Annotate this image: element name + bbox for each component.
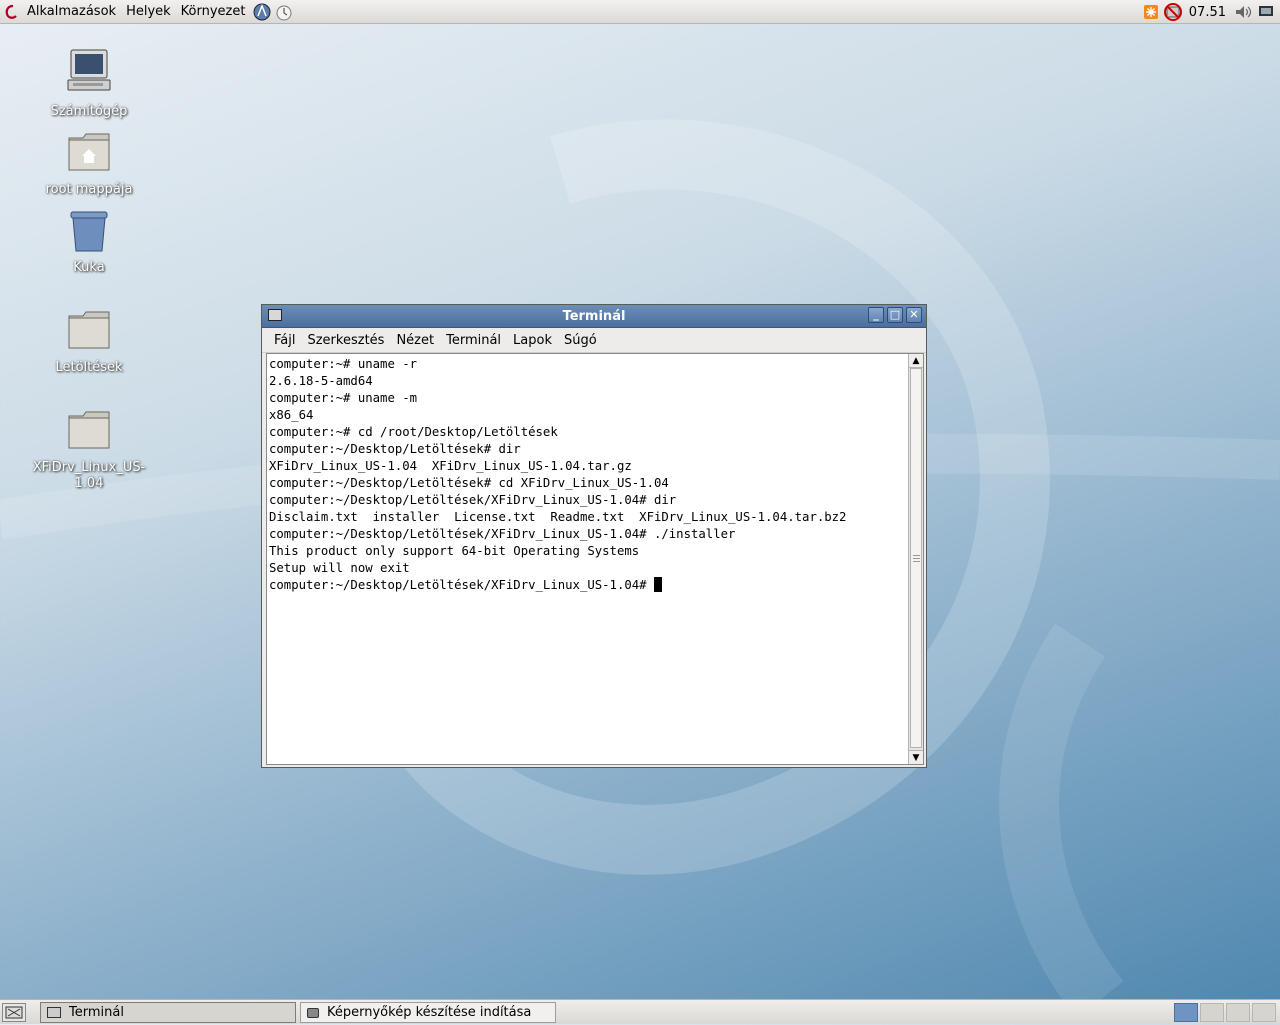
window-title: Terminál xyxy=(562,308,626,324)
vertical-scrollbar[interactable]: ▲ ▼ xyxy=(908,354,923,764)
desktop-icon-xfidrv-folder[interactable]: XFiDrv_Linux_US-1.04 xyxy=(24,408,154,492)
terminal-line: computer:~/Desktop/Letöltések# dir xyxy=(269,442,521,456)
workspace-2[interactable] xyxy=(1200,1003,1224,1022)
show-desktop-icon xyxy=(5,1006,23,1019)
menu-terminal[interactable]: Terminál xyxy=(440,333,507,348)
desktop-icon-label: Letöltések xyxy=(55,360,123,375)
top-panel: Alkalmazások Helyek Környezet 07.51 xyxy=(0,0,1280,24)
bottom-panel: Terminál Képernyőkép készítése indítása xyxy=(0,999,1280,1024)
terminal-line: computer:~# cd /root/Desktop/Letöltések xyxy=(269,425,558,439)
terminal-line: x86_64 xyxy=(269,408,314,422)
terminal-line: computer:~/Desktop/Letöltések/XFiDrv_Lin… xyxy=(269,527,736,541)
menu-tabs[interactable]: Lapok xyxy=(507,333,558,348)
menu-edit[interactable]: Szerkesztés xyxy=(301,333,390,348)
computer-icon xyxy=(67,49,111,91)
terminal-window: Terminál _ □ ✕ Fájl Szerkesztés Nézet Te… xyxy=(261,304,927,768)
terminal-prompt-line: computer:~/Desktop/Letöltések/XFiDrv_Lin… xyxy=(269,577,905,594)
desktop-icon-home[interactable]: root mappája xyxy=(24,128,154,198)
terminal-line: computer:~# uname -m xyxy=(269,391,418,405)
terminal-prompt: computer:~/Desktop/Letöltések/XFiDrv_Lin… xyxy=(269,578,654,592)
desktop-icon-label: Számítógép xyxy=(50,104,128,119)
volume-icon[interactable] xyxy=(1234,2,1254,22)
clock[interactable]: 07.51 xyxy=(1183,5,1232,20)
menu-applications[interactable]: Alkalmazások xyxy=(22,4,121,19)
scrollbar-thumb[interactable] xyxy=(910,368,922,748)
menu-help[interactable]: Súgó xyxy=(558,333,603,348)
window-titlebar[interactable]: Terminál _ □ ✕ xyxy=(262,305,926,328)
terminal-output[interactable]: computer:~# uname -r 2.6.18-5-amd64 comp… xyxy=(266,353,924,765)
text-cursor xyxy=(653,577,662,592)
terminal-line: Disclaim.txt installer License.txt Readm… xyxy=(269,510,847,524)
taskbar-item-terminal[interactable]: Terminál xyxy=(40,1002,296,1023)
mail-launcher-icon[interactable] xyxy=(274,2,294,22)
taskbar-item-label: Képernyőkép készítése indítása xyxy=(327,1005,532,1020)
scroll-down-arrow-icon[interactable]: ▼ xyxy=(909,750,923,764)
terminal-line: computer:~/Desktop/Letöltések/XFiDrv_Lin… xyxy=(269,493,677,507)
window-menubar: Fájl Szerkesztés Nézet Terminál Lapok Sú… xyxy=(262,328,926,353)
screen-icon[interactable] xyxy=(1256,2,1276,22)
desktop-icon-downloads[interactable]: Letöltések xyxy=(24,308,154,376)
workspace-1[interactable] xyxy=(1174,1003,1198,1022)
network-disabled-icon[interactable] xyxy=(1163,2,1183,22)
workspace-3[interactable] xyxy=(1226,1003,1250,1022)
taskbar-item-label: Terminál xyxy=(69,1005,124,1020)
minimize-button[interactable]: _ xyxy=(868,307,884,323)
menu-file[interactable]: Fájl xyxy=(268,333,301,348)
debian-logo-icon[interactable] xyxy=(2,2,22,22)
camera-icon xyxy=(307,1007,319,1018)
desktop-icon-label: XFiDrv_Linux_US-1.04 xyxy=(32,460,146,491)
window-menu-icon[interactable] xyxy=(268,309,282,321)
home-folder-icon xyxy=(68,133,110,171)
desktop-icon-computer[interactable]: Számítógép xyxy=(24,46,154,120)
menu-view[interactable]: Nézet xyxy=(390,333,440,348)
folder-icon xyxy=(68,411,110,449)
terminal-line: 2.6.18-5-amd64 xyxy=(269,374,373,388)
terminal-line: Setup will now exit xyxy=(269,561,410,575)
close-button[interactable]: ✕ xyxy=(906,307,922,323)
terminal-line: This product only support 64-bit Operati… xyxy=(269,544,640,558)
menu-system[interactable]: Környezet xyxy=(176,4,251,19)
terminal-line: computer:~# uname -r xyxy=(269,357,418,371)
terminal-line: XFiDrv_Linux_US-1.04 XFiDrv_Linux_US-1.0… xyxy=(269,459,632,473)
maximize-button[interactable]: □ xyxy=(887,307,903,323)
desktop-icon-trash[interactable]: Kuka xyxy=(24,208,154,276)
desktop-icon-label: root mappája xyxy=(45,182,133,197)
scroll-up-arrow-icon[interactable]: ▲ xyxy=(909,354,923,368)
desktop-icon-label: Kuka xyxy=(73,260,105,275)
terminal-icon xyxy=(47,1007,61,1018)
update-notifier-icon[interactable] xyxy=(1141,2,1161,22)
terminal-line: computer:~/Desktop/Letöltések# cd XFiDrv… xyxy=(269,476,669,490)
workspace-4[interactable] xyxy=(1252,1003,1276,1022)
browser-launcher-icon[interactable] xyxy=(252,2,272,22)
taskbar-item-screenshot[interactable]: Képernyőkép készítése indítása xyxy=(300,1002,556,1023)
menu-places[interactable]: Helyek xyxy=(121,4,176,19)
folder-icon xyxy=(68,311,110,349)
scrollbar-grip-icon xyxy=(913,555,920,563)
show-desktop-button[interactable] xyxy=(2,1003,26,1022)
trash-icon xyxy=(70,211,108,252)
